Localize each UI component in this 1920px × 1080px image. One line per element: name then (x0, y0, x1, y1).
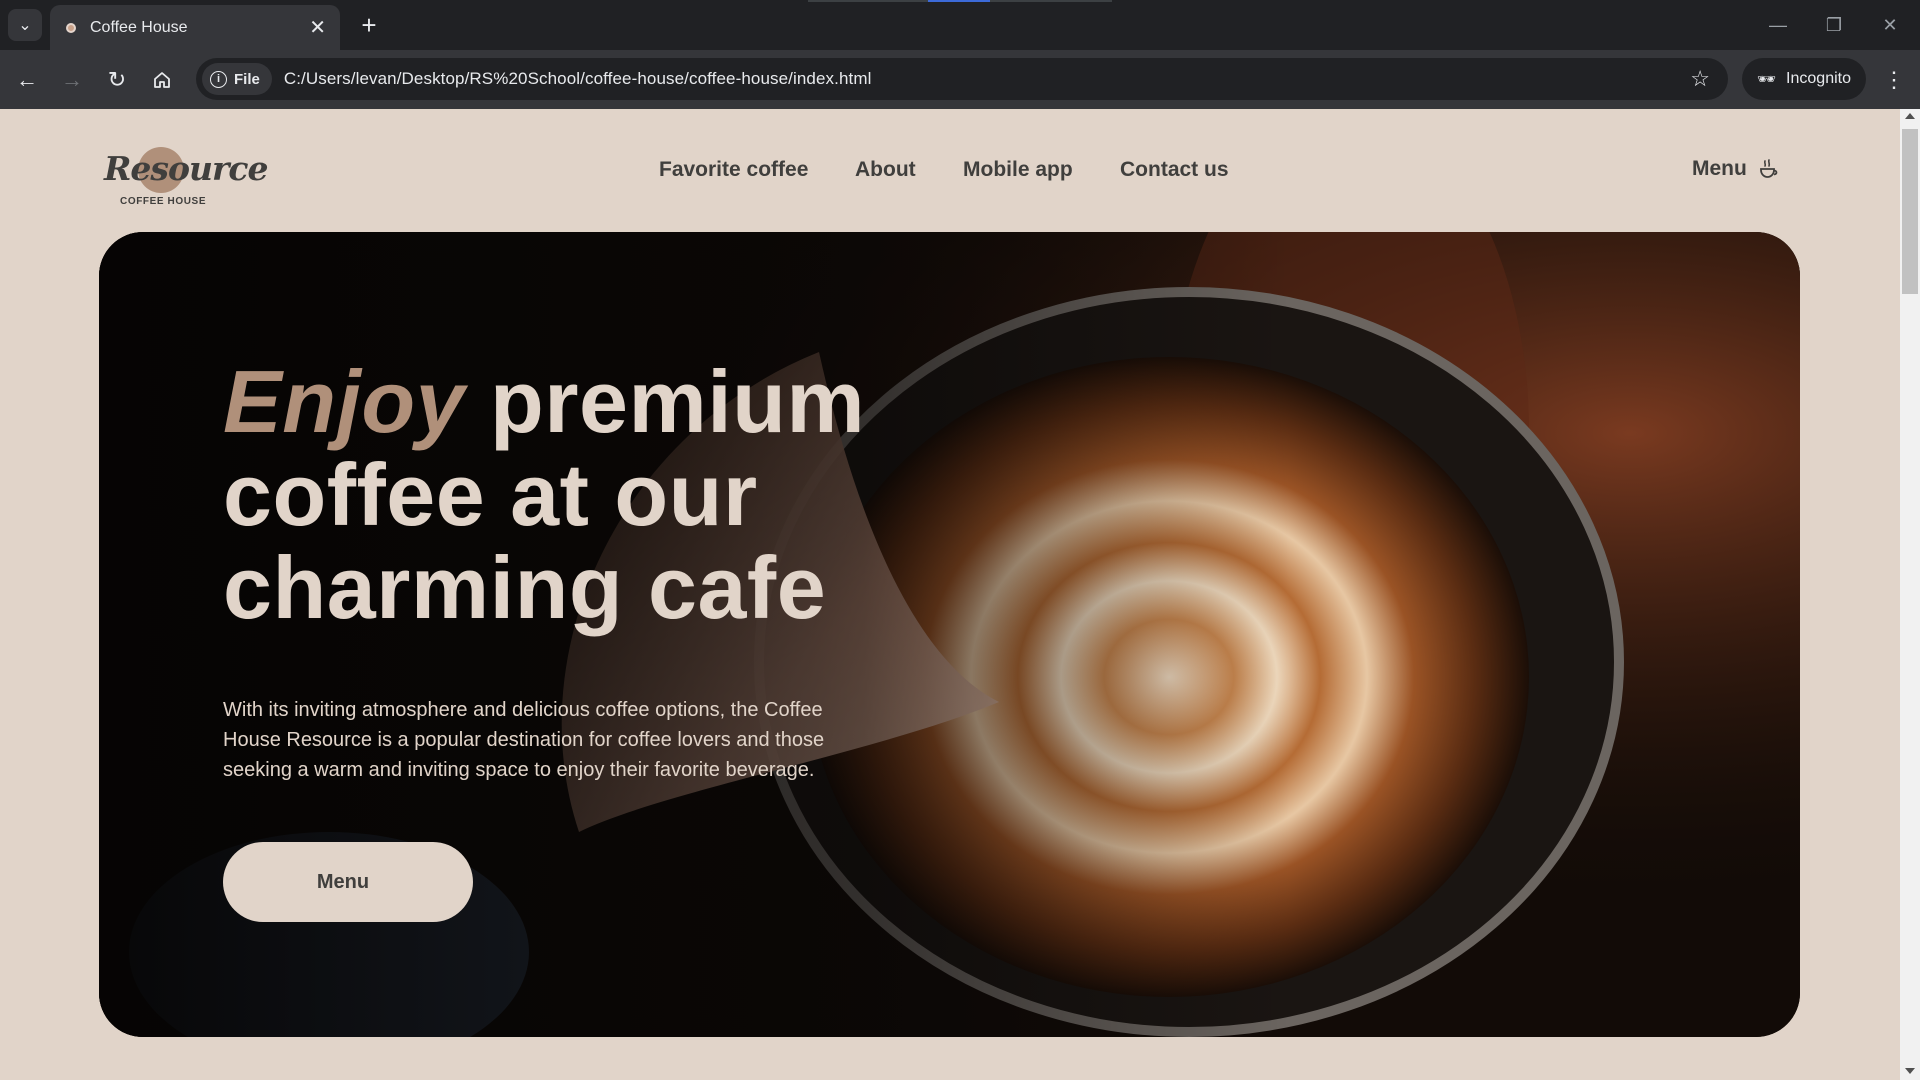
back-arrow-icon: ← (16, 67, 38, 92)
tab-search-button[interactable]: ⌄ (8, 9, 42, 41)
kebab-icon: ⋮ (1883, 67, 1905, 92)
tab-hover-indicator-active (928, 0, 990, 2)
tab-hover-indicator (808, 0, 928, 2)
chevron-down-icon: ⌄ (18, 17, 32, 34)
new-tab-button[interactable]: + (353, 9, 385, 41)
minimize-button[interactable]: — (1758, 9, 1798, 41)
tab-hover-indicator (990, 0, 1112, 2)
window-close-button[interactable]: ✕ (1870, 9, 1910, 41)
scrollbar-thumb[interactable] (1902, 129, 1918, 294)
star-icon[interactable]: ☆ (1690, 66, 1710, 92)
address-bar[interactable]: i File C:/Users/levan/Desktop/RS%20Schoo… (196, 58, 1728, 100)
minimize-icon: — (1769, 14, 1787, 35)
info-icon: i (210, 70, 227, 88)
reload-icon: ↻ (107, 67, 127, 92)
forward-arrow-icon: → (61, 67, 83, 92)
nav-contact-us[interactable]: Contact us (1120, 158, 1229, 182)
restore-button[interactable]: ❐ (1814, 9, 1854, 41)
nav-favorite-coffee[interactable]: Favorite coffee (659, 158, 808, 182)
scroll-up-arrow-icon[interactable] (1905, 113, 1915, 119)
incognito-label: Incognito (1786, 70, 1851, 87)
hero-banner: Enjoy premium coffee at our charming caf… (99, 232, 1800, 1037)
logo-word: Resource (104, 149, 268, 188)
hero-description: With its inviting atmosphere and delicio… (223, 699, 825, 781)
plus-icon: + (361, 9, 377, 40)
logo-subtitle: COFFEE HOUSE (120, 196, 207, 207)
tab-coffee-house[interactable]: Coffee House ✕ (50, 5, 340, 50)
browser-toolbar: ← → ↻ i File C:/Users/levan/Desktop/RS%2… (0, 50, 1920, 109)
coffee-cup-icon (1759, 159, 1778, 178)
favicon-icon (66, 22, 76, 33)
hero-title: Enjoy premium coffee at our charming caf… (223, 355, 923, 634)
vertical-scrollbar[interactable] (1900, 109, 1920, 1080)
tab-strip: ⌄ Coffee House ✕ + — ❐ ✕ (0, 0, 1920, 50)
menu-link[interactable]: Menu (1692, 157, 1781, 181)
nav-about[interactable]: About (855, 158, 916, 182)
scroll-down-arrow-icon[interactable] (1905, 1068, 1915, 1074)
site-info-label: File (234, 70, 260, 88)
window-close-icon: ✕ (1882, 14, 1898, 35)
page-viewport: Resource COFFEE HOUSE Favorite coffee Ab… (0, 109, 1900, 1080)
url-text[interactable]: C:/Users/levan/Desktop/RS%20School/coffe… (284, 69, 872, 89)
site-info-chip[interactable]: i File (202, 63, 272, 95)
incognito-icon: 🕶 (1757, 71, 1777, 88)
reload-button[interactable]: ↻ (100, 63, 134, 97)
nav-mobile-app[interactable]: Mobile app (963, 158, 1073, 182)
back-button[interactable]: ← (10, 63, 44, 97)
tab-title: Coffee House (90, 18, 188, 36)
site-header: Resource COFFEE HOUSE Favorite coffee Ab… (0, 109, 1900, 234)
logo[interactable]: Resource COFFEE HOUSE (104, 139, 268, 211)
browser-menu-button[interactable]: ⋮ (1880, 63, 1908, 97)
menu-link-label: Menu (1692, 157, 1747, 180)
hero-title-accent: Enjoy (223, 352, 466, 451)
forward-button[interactable]: → (55, 63, 89, 97)
home-icon (154, 72, 170, 88)
hero-menu-button[interactable]: Menu (223, 842, 473, 922)
incognito-badge[interactable]: 🕶 Incognito (1742, 58, 1866, 100)
restore-icon: ❐ (1825, 14, 1843, 35)
home-button[interactable] (145, 63, 179, 97)
close-icon[interactable]: ✕ (309, 15, 326, 40)
